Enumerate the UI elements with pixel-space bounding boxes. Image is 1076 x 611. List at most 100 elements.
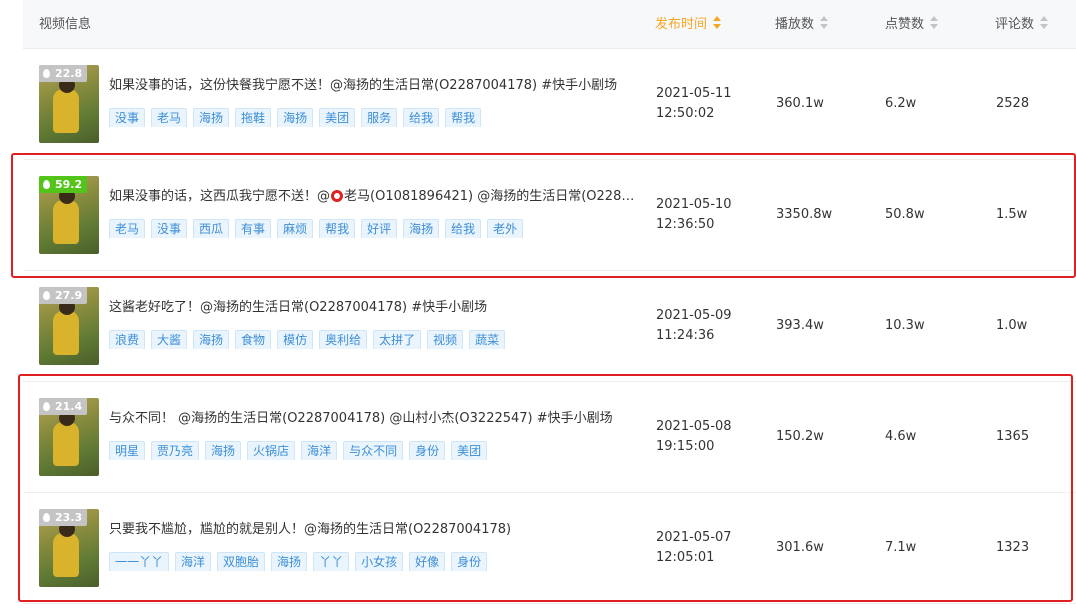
column-header-likes[interactable]: 点赞数 (885, 16, 939, 34)
tag[interactable]: 服务 (361, 108, 398, 127)
sort-icon[interactable] (820, 16, 829, 30)
tag[interactable]: 小女孩 (355, 552, 404, 571)
user-avatar-icon (331, 190, 344, 202)
flame-icon (43, 69, 50, 78)
column-header-plays[interactable]: 播放数 (775, 16, 829, 34)
tag[interactable]: 贾乃亮 (151, 441, 200, 460)
column-header-publish-time[interactable]: 发布时间 (655, 16, 722, 34)
tag[interactable]: 西瓜 (193, 219, 230, 238)
tag[interactable]: 海洋 (301, 441, 338, 460)
publish-datetime: 2021-05-08 19:15:00 (656, 419, 732, 454)
video-title[interactable]: 如果没事的话，这份快餐我宁愿不送！@海扬的生活日常(O2287004178) #… (109, 77, 639, 95)
comment-count: 1323 (996, 540, 1030, 555)
video-title[interactable]: 与众不同！ @海扬的生活日常(O2287004178) @山村小杰(O32225… (109, 410, 639, 428)
tag[interactable]: 蔬菜 (469, 330, 506, 349)
tag[interactable]: 奥利给 (319, 330, 368, 349)
table-header: 视频信息 发布时间 播放数 点赞数 评论数 (23, 0, 1076, 49)
tag[interactable]: 美团 (319, 108, 356, 127)
tag[interactable]: 麻烦 (277, 219, 314, 238)
play-count: 150.2w (776, 429, 824, 444)
flame-icon (43, 513, 50, 522)
flame-icon (43, 291, 50, 300)
tag[interactable]: 大酱 (151, 330, 188, 349)
tag[interactable]: 视频 (427, 330, 464, 349)
heat-badge: 59.2 (39, 176, 88, 193)
like-count: 10.3w (885, 318, 925, 333)
tag[interactable]: 模仿 (277, 330, 314, 349)
play-count: 360.1w (776, 96, 824, 111)
video-thumbnail[interactable]: 21.4 (39, 398, 99, 476)
like-count: 50.8w (885, 207, 925, 222)
tag[interactable]: 没事 (151, 219, 188, 238)
comment-count: 1.0w (996, 318, 1028, 333)
video-thumbnail[interactable]: 23.3 (39, 509, 99, 587)
like-count: 4.6w (885, 429, 917, 444)
table-row[interactable]: 21.4 与众不同！ @海扬的生活日常(O2287004178) @山村小杰(O… (23, 382, 1076, 493)
tag[interactable]: 太拼了 (373, 330, 422, 349)
tag[interactable]: 火锅店 (247, 441, 296, 460)
tag-list: 明星 贾乃亮 海扬 火锅店 海洋 与众不同 身份 美团 (109, 440, 649, 460)
tag[interactable]: 海扬 (277, 108, 314, 127)
tag[interactable]: 好像 (409, 552, 446, 571)
tag[interactable]: 海扬 (193, 108, 230, 127)
tag[interactable]: 没事 (109, 108, 146, 127)
tag[interactable]: 身份 (451, 552, 488, 571)
column-header-info: 视频信息 (39, 17, 92, 32)
video-title[interactable]: 如果没事的话，这西瓜我宁愿不送！@ 老马(O1081896421) @海扬的生活日… (109, 188, 639, 206)
tag-list: 浪费 大酱 海扬 食物 模仿 奥利给 太拼了 视频 蔬菜 (109, 329, 649, 349)
video-table: 视频信息 发布时间 播放数 点赞数 评论数 22.8 如果没事的话，这份快餐我宁… (23, 0, 1076, 611)
play-count: 301.6w (776, 540, 824, 555)
tag[interactable]: 与众不同 (343, 441, 404, 460)
comment-count: 1365 (996, 429, 1030, 444)
tag[interactable]: 帮我 (319, 219, 356, 238)
tag[interactable]: 老外 (487, 219, 524, 238)
tag[interactable]: 丫丫 (313, 552, 350, 571)
video-thumbnail[interactable]: 22.8 (39, 65, 99, 143)
table-row[interactable]: 23.3 只要我不尴尬，尴尬的就是别人！@海扬的生活日常(O2287004178… (23, 493, 1076, 604)
publish-datetime: 2021-05-10 12:36:50 (656, 197, 732, 232)
tag[interactable]: 食物 (235, 330, 272, 349)
publish-datetime: 2021-05-11 12:50:02 (656, 86, 732, 121)
table-row[interactable]: 27.9 这酱老好吃了！@海扬的生活日常(O2287004178) #快手小剧场… (23, 271, 1076, 382)
publish-datetime: 2021-05-09 11:24:36 (656, 308, 732, 343)
flame-icon (43, 402, 50, 411)
tag-list: 一一丫丫 海洋 双胞胎 海扬 丫丫 小女孩 好像 身份 (109, 551, 649, 571)
table-row[interactable]: 59.2 如果没事的话，这西瓜我宁愿不送！@ 老马(O1081896421) @海… (23, 160, 1076, 271)
tag[interactable]: 有事 (235, 219, 272, 238)
tag[interactable]: 给我 (403, 108, 440, 127)
sort-icon[interactable] (930, 16, 939, 30)
sort-icon[interactable] (713, 16, 722, 30)
video-title[interactable]: 只要我不尴尬，尴尬的就是别人！@海扬的生活日常(O2287004178) (109, 521, 639, 539)
video-thumbnail[interactable]: 27.9 (39, 287, 99, 365)
sort-icon[interactable] (1040, 16, 1049, 30)
table-row[interactable]: 22.8 如果没事的话，这份快餐我宁愿不送！@海扬的生活日常(O22870041… (23, 49, 1076, 160)
tag[interactable]: 海扬 (205, 441, 242, 460)
tag[interactable]: 明星 (109, 441, 146, 460)
tag[interactable]: 双胞胎 (217, 552, 266, 571)
tag-list: 没事 老马 海扬 拖鞋 海扬 美团 服务 给我 帮我 (109, 107, 649, 127)
play-count: 393.4w (776, 318, 824, 333)
tag[interactable]: 老马 (151, 108, 188, 127)
heat-badge: 21.4 (39, 398, 88, 415)
tag[interactable]: 给我 (445, 219, 482, 238)
tag[interactable]: 海扬 (193, 330, 230, 349)
like-count: 7.1w (885, 540, 917, 555)
heat-badge: 23.3 (39, 509, 88, 526)
tag[interactable]: 身份 (409, 441, 446, 460)
tag[interactable]: 海洋 (175, 552, 212, 571)
tag[interactable]: 好评 (361, 219, 398, 238)
comment-count: 2528 (996, 96, 1030, 111)
tag[interactable]: 帮我 (445, 108, 482, 127)
tag[interactable]: 拖鞋 (235, 108, 272, 127)
column-header-comments[interactable]: 评论数 (995, 16, 1049, 34)
tag[interactable]: 老马 (109, 219, 146, 238)
tag[interactable]: 海扬 (403, 219, 440, 238)
tag[interactable]: 海扬 (271, 552, 308, 571)
tag[interactable]: 浪费 (109, 330, 146, 349)
tag-list: 老马 没事 西瓜 有事 麻烦 帮我 好评 海扬 给我 老外 (109, 218, 649, 238)
video-title[interactable]: 这酱老好吃了！@海扬的生活日常(O2287004178) #快手小剧场 (109, 299, 639, 317)
heat-badge: 22.8 (39, 65, 88, 82)
video-thumbnail[interactable]: 59.2 (39, 176, 99, 254)
tag[interactable]: 一一丫丫 (109, 552, 170, 571)
tag[interactable]: 美团 (451, 441, 488, 460)
